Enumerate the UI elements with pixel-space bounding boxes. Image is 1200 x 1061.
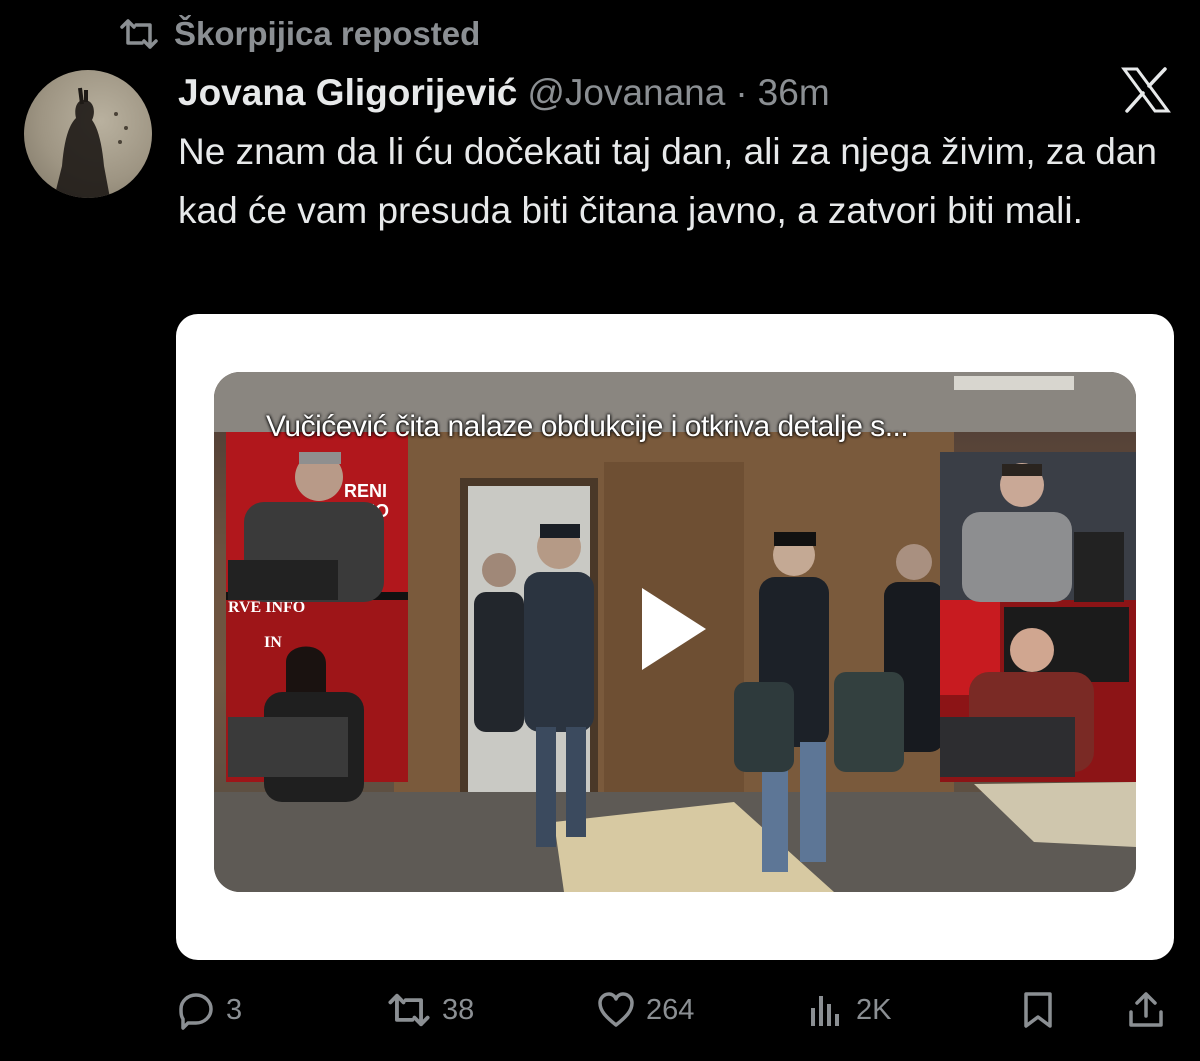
x-logo-icon [1121, 67, 1171, 113]
separator-dot: · [735, 72, 748, 113]
video-caption: Vučićević čita nalaze obdukcije i otkriv… [266, 410, 909, 443]
author-name[interactable]: Jovana Gligorijević [178, 72, 517, 114]
view-count: 2K [856, 993, 892, 1026]
avatar-silhouette-icon [54, 87, 128, 198]
tweet-header: Jovana Gligorijević @Jovanana · 36m [178, 70, 830, 116]
reply-button[interactable]: 3 [176, 982, 242, 1038]
reply-icon [179, 993, 213, 1030]
studio-sign-1: RENI [344, 481, 387, 501]
studio-sign-4: IN [264, 634, 282, 651]
like-count: 264 [646, 993, 695, 1026]
bookmark-button[interactable] [1018, 982, 1058, 1038]
tweet-text: Ne znam da li ću dočekati taj dan, ali z… [178, 131, 1157, 231]
repost-icon [388, 993, 430, 1027]
views-button[interactable]: 2K [806, 982, 891, 1038]
heart-icon [598, 992, 634, 1027]
like-button[interactable]: 264 [596, 982, 694, 1038]
views-chart-icon [811, 996, 839, 1026]
repost-icon [120, 19, 158, 49]
author-handle[interactable]: @Jovanana [527, 72, 725, 114]
tweet-time[interactable]: 36m [758, 72, 830, 114]
play-icon[interactable] [638, 584, 710, 674]
repost-count: 38 [442, 993, 475, 1026]
reply-count: 3 [226, 993, 243, 1026]
avatar[interactable] [24, 70, 152, 198]
share-button[interactable] [1126, 982, 1166, 1038]
share-icon [1129, 992, 1163, 1027]
repost-indicator[interactable]: Škorpijica reposted [118, 12, 480, 56]
repost-text: Škorpijica reposted [174, 15, 481, 52]
action-bar: 3 38 264 2K [0, 982, 1200, 1038]
repost-button[interactable]: 38 [386, 982, 474, 1038]
video-player[interactable]: RENI UDIO RVE INFO IN Vučićević čita nal… [214, 372, 1136, 892]
bookmark-icon [1024, 992, 1052, 1028]
